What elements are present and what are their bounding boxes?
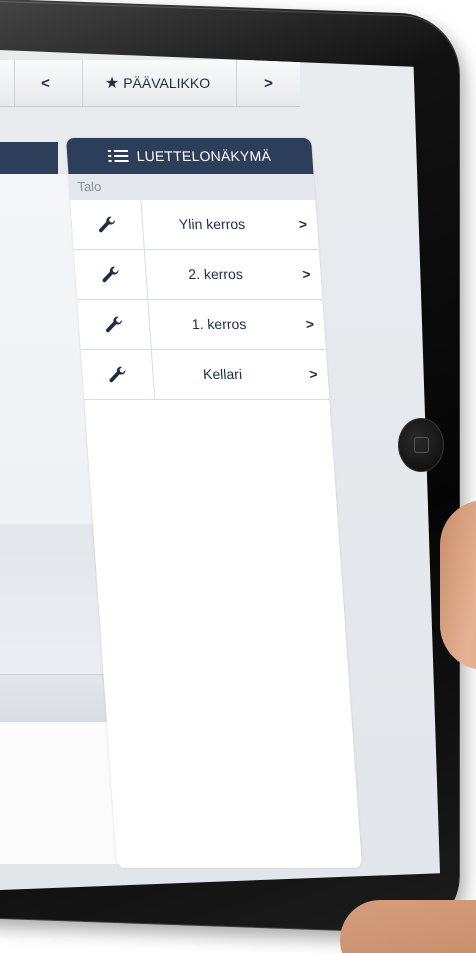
list-item-label: Kellari — [202, 366, 243, 382]
list-icon — [108, 149, 130, 163]
main-panel-header — [0, 142, 58, 174]
list-item[interactable]: Kellari > — [80, 350, 330, 400]
list-item[interactable]: Ylin kerros > — [70, 200, 319, 250]
list-item[interactable]: 2. kerros > — [73, 250, 323, 300]
list-view-title: LUETTELONÄKYMÄ — [136, 148, 272, 164]
chevron-right-icon: > — [264, 74, 273, 92]
list-rows: Ylin kerros > 2. kerros > 1. kerros > Ke… — [70, 200, 330, 400]
wrench-icon[interactable] — [70, 200, 145, 249]
list-section-label: Talo — [68, 174, 316, 200]
list-item[interactable]: 1. kerros > — [77, 300, 326, 350]
list-item-label: 1. kerros — [191, 316, 247, 332]
scene: < ★ PÄÄVALIKKO > LUETTELONÄKYMÄ Talo Yli… — [0, 0, 476, 953]
star-icon: ★ — [104, 75, 120, 92]
wrench-icon[interactable] — [80, 350, 156, 399]
chevron-right-icon: > — [301, 266, 312, 282]
home-button[interactable] — [398, 418, 444, 472]
next-button[interactable]: > — [236, 60, 300, 106]
top-navigation-bar: < ★ PÄÄVALIKKO > — [0, 60, 300, 107]
wrench-icon[interactable] — [73, 250, 149, 299]
tablet-screen: < ★ PÄÄVALIKKO > LUETTELONÄKYMÄ Talo Yli… — [0, 50, 440, 890]
chevron-right-icon: > — [308, 366, 319, 382]
main-menu-label: PÄÄVALIKKO — [123, 75, 211, 91]
previous-button[interactable]: < — [14, 60, 76, 106]
hand — [340, 900, 476, 953]
home-button-icon — [414, 437, 429, 453]
chevron-left-icon: < — [41, 74, 50, 92]
list-item-label: 2. kerros — [187, 266, 244, 282]
thumb — [440, 500, 476, 670]
list-view-header: LUETTELONÄKYMÄ — [66, 138, 314, 174]
main-menu-button[interactable]: ★ PÄÄVALIKKO — [82, 60, 232, 106]
wrench-icon[interactable] — [77, 300, 152, 349]
list-item-label: Ylin kerros — [178, 216, 246, 232]
chevron-right-icon: > — [305, 316, 315, 332]
list-view-panel: LUETTELONÄKYMÄ Talo Ylin kerros > 2. ker… — [66, 138, 363, 868]
chevron-right-icon: > — [298, 216, 308, 232]
